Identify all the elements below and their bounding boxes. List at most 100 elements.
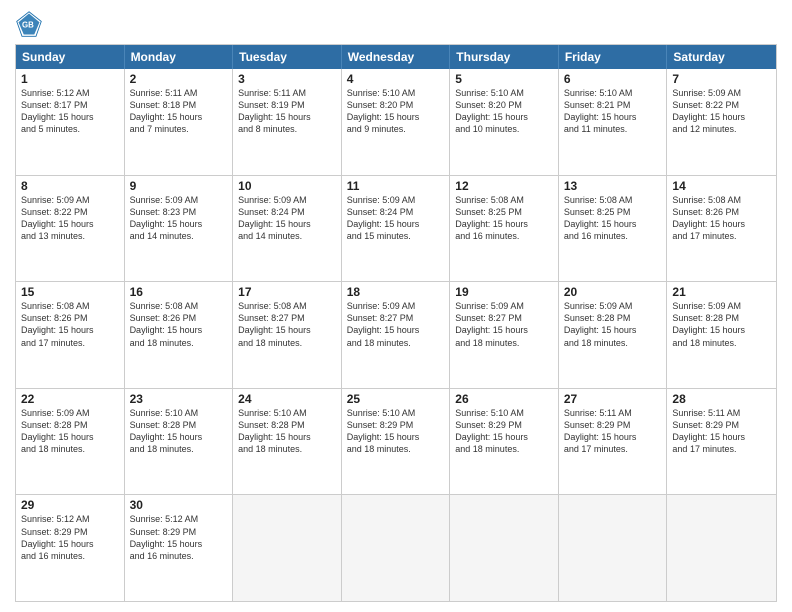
day-cell-11: 11Sunrise: 5:09 AMSunset: 8:24 PMDayligh… bbox=[342, 176, 451, 282]
day-cell-22: 22Sunrise: 5:09 AMSunset: 8:28 PMDayligh… bbox=[16, 389, 125, 495]
calendar: SundayMondayTuesdayWednesdayThursdayFrid… bbox=[15, 44, 777, 602]
header-day-saturday: Saturday bbox=[667, 45, 776, 69]
day-number: 18 bbox=[347, 285, 445, 299]
cell-line: Sunrise: 5:09 AM bbox=[672, 87, 771, 99]
cell-line: Daylight: 15 hours bbox=[564, 431, 662, 443]
calendar-body: 1Sunrise: 5:12 AMSunset: 8:17 PMDaylight… bbox=[16, 69, 776, 601]
day-number: 14 bbox=[672, 179, 771, 193]
cell-line: Daylight: 15 hours bbox=[130, 324, 228, 336]
calendar-row-5: 29Sunrise: 5:12 AMSunset: 8:29 PMDayligh… bbox=[16, 494, 776, 601]
day-cell-19: 19Sunrise: 5:09 AMSunset: 8:27 PMDayligh… bbox=[450, 282, 559, 388]
cell-line: Sunrise: 5:09 AM bbox=[21, 194, 119, 206]
cell-line: Sunset: 8:27 PM bbox=[455, 312, 553, 324]
cell-line: Sunset: 8:28 PM bbox=[130, 419, 228, 431]
cell-line: Daylight: 15 hours bbox=[238, 218, 336, 230]
cell-line: and 18 minutes. bbox=[672, 337, 771, 349]
day-cell-27: 27Sunrise: 5:11 AMSunset: 8:29 PMDayligh… bbox=[559, 389, 668, 495]
cell-line: and 14 minutes. bbox=[130, 230, 228, 242]
cell-line: Sunrise: 5:10 AM bbox=[130, 407, 228, 419]
day-number: 16 bbox=[130, 285, 228, 299]
cell-line: Sunrise: 5:10 AM bbox=[347, 87, 445, 99]
day-number: 1 bbox=[21, 72, 119, 86]
day-number: 2 bbox=[130, 72, 228, 86]
cell-line: and 18 minutes. bbox=[238, 443, 336, 455]
cell-line: Sunset: 8:21 PM bbox=[564, 99, 662, 111]
calendar-row-1: 1Sunrise: 5:12 AMSunset: 8:17 PMDaylight… bbox=[16, 69, 776, 175]
empty-cell bbox=[667, 495, 776, 601]
cell-line: Sunset: 8:28 PM bbox=[21, 419, 119, 431]
cell-line: Daylight: 15 hours bbox=[238, 324, 336, 336]
cell-line: Sunset: 8:20 PM bbox=[455, 99, 553, 111]
calendar-header: SundayMondayTuesdayWednesdayThursdayFrid… bbox=[16, 45, 776, 69]
cell-line: Daylight: 15 hours bbox=[21, 431, 119, 443]
day-number: 9 bbox=[130, 179, 228, 193]
cell-line: Sunrise: 5:10 AM bbox=[347, 407, 445, 419]
cell-line: Sunset: 8:18 PM bbox=[130, 99, 228, 111]
day-cell-5: 5Sunrise: 5:10 AMSunset: 8:20 PMDaylight… bbox=[450, 69, 559, 175]
cell-line: and 15 minutes. bbox=[347, 230, 445, 242]
day-number: 23 bbox=[130, 392, 228, 406]
cell-line: Daylight: 15 hours bbox=[347, 324, 445, 336]
cell-line: and 18 minutes. bbox=[347, 443, 445, 455]
cell-line: Sunrise: 5:09 AM bbox=[238, 194, 336, 206]
cell-line: Daylight: 15 hours bbox=[672, 218, 771, 230]
cell-line: and 18 minutes. bbox=[564, 337, 662, 349]
cell-line: Sunset: 8:26 PM bbox=[672, 206, 771, 218]
cell-line: Sunrise: 5:09 AM bbox=[564, 300, 662, 312]
day-cell-4: 4Sunrise: 5:10 AMSunset: 8:20 PMDaylight… bbox=[342, 69, 451, 175]
cell-line: Sunset: 8:29 PM bbox=[672, 419, 771, 431]
cell-line: and 18 minutes. bbox=[347, 337, 445, 349]
cell-line: Sunrise: 5:12 AM bbox=[130, 513, 228, 525]
cell-line: Daylight: 15 hours bbox=[564, 111, 662, 123]
day-number: 15 bbox=[21, 285, 119, 299]
cell-line: Sunset: 8:26 PM bbox=[130, 312, 228, 324]
header-day-monday: Monday bbox=[125, 45, 234, 69]
cell-line: Sunset: 8:29 PM bbox=[130, 526, 228, 538]
day-cell-24: 24Sunrise: 5:10 AMSunset: 8:28 PMDayligh… bbox=[233, 389, 342, 495]
cell-line: and 17 minutes. bbox=[672, 443, 771, 455]
day-cell-18: 18Sunrise: 5:09 AMSunset: 8:27 PMDayligh… bbox=[342, 282, 451, 388]
cell-line: Sunrise: 5:11 AM bbox=[130, 87, 228, 99]
day-number: 13 bbox=[564, 179, 662, 193]
cell-line: Sunset: 8:27 PM bbox=[238, 312, 336, 324]
cell-line: Sunrise: 5:08 AM bbox=[238, 300, 336, 312]
cell-line: Sunset: 8:25 PM bbox=[564, 206, 662, 218]
cell-line: Daylight: 15 hours bbox=[672, 431, 771, 443]
cell-line: Sunset: 8:29 PM bbox=[564, 419, 662, 431]
cell-line: Daylight: 15 hours bbox=[347, 111, 445, 123]
cell-line: and 10 minutes. bbox=[455, 123, 553, 135]
logo-icon: GB bbox=[15, 10, 43, 38]
cell-line: Sunrise: 5:09 AM bbox=[672, 300, 771, 312]
cell-line: and 11 minutes. bbox=[564, 123, 662, 135]
cell-line: Sunrise: 5:11 AM bbox=[564, 407, 662, 419]
cell-line: and 17 minutes. bbox=[21, 337, 119, 349]
cell-line: and 18 minutes. bbox=[455, 443, 553, 455]
cell-line: Sunrise: 5:08 AM bbox=[130, 300, 228, 312]
cell-line: Daylight: 15 hours bbox=[238, 431, 336, 443]
day-cell-2: 2Sunrise: 5:11 AMSunset: 8:18 PMDaylight… bbox=[125, 69, 234, 175]
cell-line: Sunrise: 5:09 AM bbox=[21, 407, 119, 419]
day-number: 25 bbox=[347, 392, 445, 406]
cell-line: Daylight: 15 hours bbox=[130, 111, 228, 123]
cell-line: Sunrise: 5:08 AM bbox=[564, 194, 662, 206]
cell-line: and 14 minutes. bbox=[238, 230, 336, 242]
cell-line: Sunrise: 5:08 AM bbox=[455, 194, 553, 206]
calendar-row-2: 8Sunrise: 5:09 AMSunset: 8:22 PMDaylight… bbox=[16, 175, 776, 282]
logo: GB bbox=[15, 10, 47, 38]
cell-line: and 17 minutes. bbox=[672, 230, 771, 242]
cell-line: Daylight: 15 hours bbox=[455, 431, 553, 443]
day-number: 4 bbox=[347, 72, 445, 86]
cell-line: Sunset: 8:28 PM bbox=[238, 419, 336, 431]
day-cell-1: 1Sunrise: 5:12 AMSunset: 8:17 PMDaylight… bbox=[16, 69, 125, 175]
cell-line: Daylight: 15 hours bbox=[130, 538, 228, 550]
day-number: 11 bbox=[347, 179, 445, 193]
cell-line: Sunrise: 5:08 AM bbox=[672, 194, 771, 206]
cell-line: Daylight: 15 hours bbox=[347, 218, 445, 230]
cell-line: Sunset: 8:19 PM bbox=[238, 99, 336, 111]
cell-line: Sunrise: 5:12 AM bbox=[21, 87, 119, 99]
cell-line: Daylight: 15 hours bbox=[238, 111, 336, 123]
cell-line: and 8 minutes. bbox=[238, 123, 336, 135]
day-cell-9: 9Sunrise: 5:09 AMSunset: 8:23 PMDaylight… bbox=[125, 176, 234, 282]
cell-line: Sunrise: 5:09 AM bbox=[130, 194, 228, 206]
cell-line: and 16 minutes. bbox=[455, 230, 553, 242]
